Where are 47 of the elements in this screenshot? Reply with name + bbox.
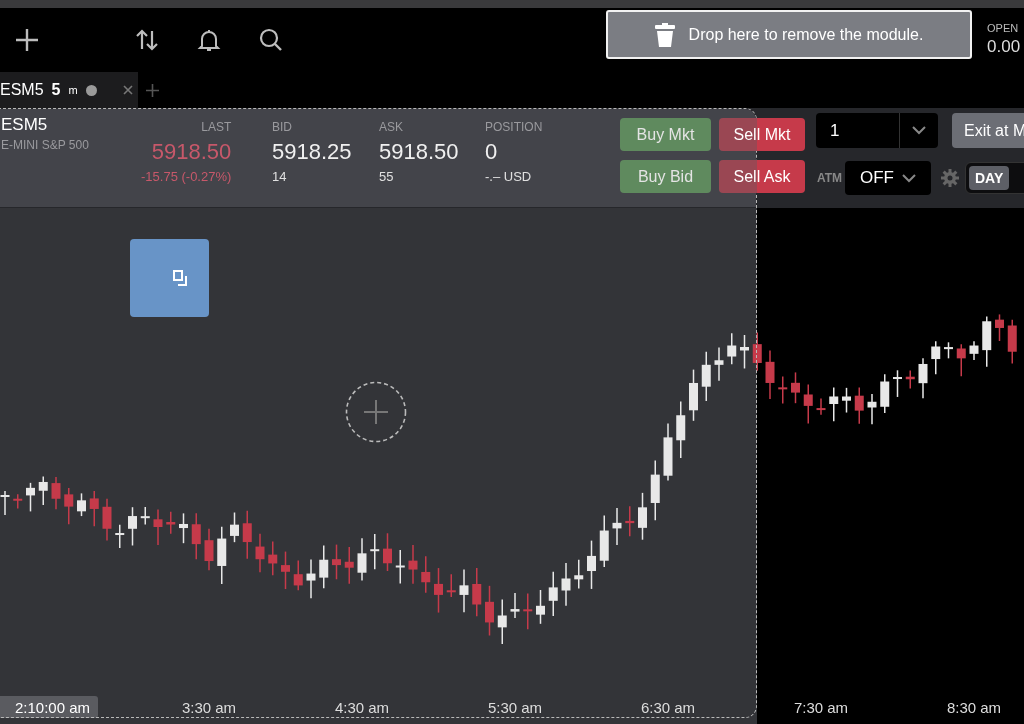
close-icon[interactable] [122,85,133,95]
time-axis-label: 4:30 am [333,698,391,716]
drop-zone-text: Drop here to remove the module. [688,25,924,44]
buy-order-button[interactable]: Buy Mkt [620,118,711,151]
search-icon[interactable] [258,27,284,53]
quote-value: 5918.25 [272,139,352,165]
module-drag-handle[interactable] [130,239,209,317]
add-icon[interactable] [14,27,40,53]
trash-icon [654,22,675,47]
time-axis-label: 3:30 am [180,698,238,716]
quote-value: 5918.50 [151,139,232,165]
symbol-description: E-MINI S&P 500 [1,138,89,152]
status-dot-icon [85,84,97,96]
sell-order-button[interactable]: Sell Ask [719,160,805,193]
open-value: 0.00 [987,37,1021,57]
bell-icon[interactable] [196,27,222,53]
quote-label: POSITION [485,120,543,134]
time-axis-label: 6:30 am [639,698,697,716]
sell-order-button[interactable]: Sell Mkt [719,118,805,151]
atm-dropdown[interactable]: OFF [845,161,931,195]
quote-value: 5918.50 [379,139,459,165]
add-tab-icon[interactable] [146,83,159,97]
buy-order-button[interactable]: Buy Bid [620,160,711,193]
add-circle-icon[interactable] [345,381,407,443]
transfer-arrows-icon[interactable] [134,27,160,53]
quantity-dropdown[interactable]: 1 [816,113,938,148]
symbol-name: ESM5 [1,115,48,135]
quote-label: BID [272,120,293,134]
settings-icon[interactable] [941,169,959,187]
crosshair-time-label: 2:10:00 am [0,696,98,718]
quote-label: LAST [201,120,232,134]
atm-label: ATM [817,171,843,185]
remove-module-drop-zone[interactable]: Drop here to remove the module. [606,10,972,59]
copy-icon [173,270,188,286]
chevron-down-icon [902,173,916,183]
open-label: OPEN [987,22,1020,34]
quote-label: ASK [379,120,404,134]
quote-detail: -15.75 (-0.27%) [141,169,232,184]
time-axis-label: 5:30 am [486,698,544,716]
time-axis-label: 8:30 am [945,698,1003,716]
quote-detail: 55 [379,169,395,184]
quote-value: 0 [485,139,499,165]
chevron-down-icon [912,126,926,135]
time-axis-label: 7:30 am [792,698,850,716]
quote-detail: -.– USD [485,169,533,184]
day-option[interactable]: DAY [969,166,1010,190]
quote-detail: 14 [272,169,288,184]
